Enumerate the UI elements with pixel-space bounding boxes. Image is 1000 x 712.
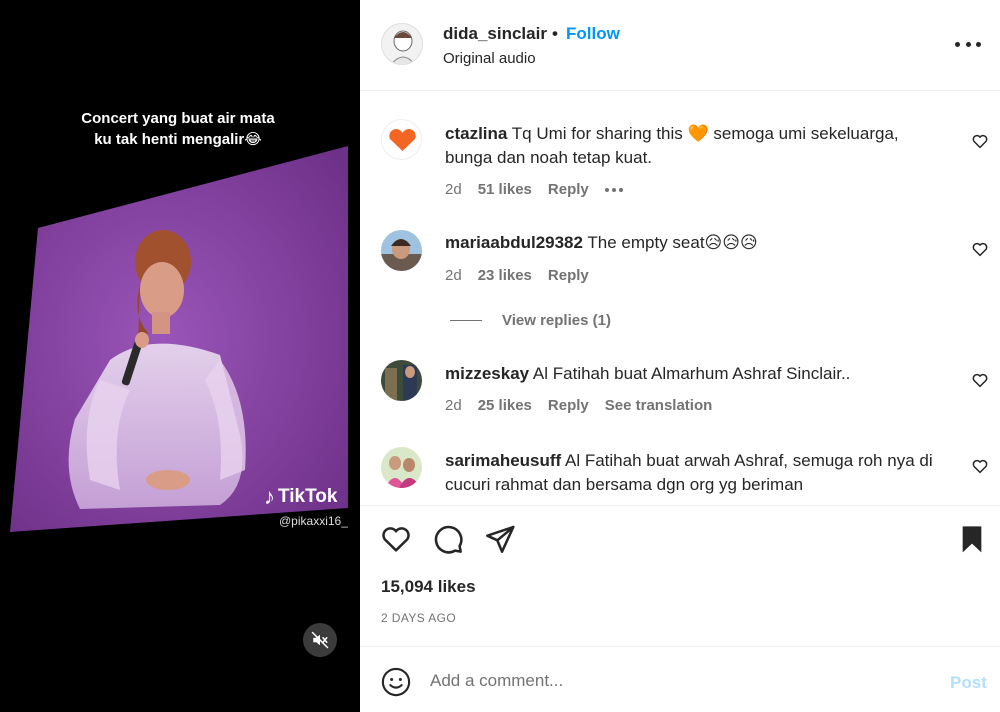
like-heart-icon[interactable] <box>380 523 412 555</box>
comment-username[interactable]: sarimaheusuff <box>445 451 561 470</box>
comment-time: 2d <box>445 267 462 284</box>
orange-heart-emoji: 🧡 <box>687 124 709 143</box>
separator-dot: • <box>552 24 558 43</box>
comment-options-icon[interactable] <box>604 187 623 192</box>
comment-text: mizzeskay Al Fatihah buat Almarhum Ashra… <box>445 362 945 386</box>
add-comment-input[interactable] <box>430 665 930 697</box>
comment-time: 2d <box>445 181 462 198</box>
muted-speaker-icon <box>311 631 329 649</box>
comment-body: The empty seat😥😥😥 <box>587 233 758 252</box>
emoji-smiley-icon[interactable] <box>381 667 411 697</box>
comment-text: sarimaheusuff Al Fatihah buat arwah Ashr… <box>445 449 945 497</box>
comments-list: ctazlina Tq Umi for sharing this 🧡 semog… <box>360 92 1000 504</box>
caption-line: Concert yang buat air mata <box>81 110 275 127</box>
tiktok-watermark: ♪ TikTok <box>264 486 337 508</box>
see-translation-button[interactable]: See translation <box>605 397 713 414</box>
caption-line: ku tak henti mengalir😂 <box>94 131 262 148</box>
view-replies-button[interactable]: View replies (1) <box>450 312 611 329</box>
post-comment-button[interactable]: Post <box>950 673 987 693</box>
comment-likes[interactable]: 51 likes <box>478 181 532 198</box>
author-username[interactable]: dida_sinclair <box>443 24 547 44</box>
original-audio-link[interactable]: Original audio <box>443 50 536 67</box>
tiktok-brand: TikTok <box>278 486 338 507</box>
share-send-icon[interactable] <box>484 523 516 555</box>
comment-body: Tq Umi for sharing this <box>511 124 683 143</box>
comment-likes[interactable]: 25 likes <box>478 397 532 414</box>
commenter-avatar[interactable] <box>381 119 422 160</box>
comment-text: ctazlina Tq Umi for sharing this 🧡 semog… <box>445 122 945 170</box>
comment-likes[interactable]: 23 likes <box>478 267 532 284</box>
post-header: dida_sinclair • Follow Original audio <box>360 0 1000 91</box>
comment-meta: 2d 23 likes Reply <box>445 267 589 284</box>
video-player[interactable]: Concert yang buat air mata ku tak henti … <box>0 0 360 712</box>
comment-time: 2d <box>445 397 462 414</box>
comment-bubble-icon[interactable] <box>432 523 464 555</box>
replies-divider <box>450 320 482 321</box>
comment-meta: 2d 51 likes Reply <box>445 181 623 198</box>
post-date: 2 DAYS AGO <box>381 611 457 625</box>
comment-username[interactable]: ctazlina <box>445 124 507 143</box>
reply-button[interactable]: Reply <box>548 397 589 414</box>
tiktok-handle: @pikaxxi16_ <box>279 514 348 528</box>
author-avatar[interactable] <box>381 23 423 65</box>
save-bookmark-icon[interactable] <box>956 523 988 555</box>
comment-body: Al Fatihah buat Almarhum Ashraf Sinclair… <box>532 364 851 383</box>
commenter-avatar[interactable] <box>381 447 422 488</box>
comment-composer: Post <box>360 646 1000 712</box>
comment-username[interactable]: mariaabdul29382 <box>445 233 583 252</box>
concert-video-frame <box>10 146 348 532</box>
reply-button[interactable]: Reply <box>548 267 589 284</box>
commenter-avatar[interactable] <box>381 360 422 401</box>
post-sidebar: dida_sinclair • Follow Original audio ct… <box>360 0 1000 712</box>
like-comment-heart-icon[interactable] <box>971 371 989 389</box>
comment-text: mariaabdul29382 The empty seat😥😥😥 <box>445 231 945 255</box>
more-options-icon[interactable] <box>955 34 981 54</box>
like-comment-heart-icon[interactable] <box>971 240 989 258</box>
comment-username[interactable]: mizzeskay <box>445 364 529 383</box>
follow-button[interactable]: Follow <box>566 24 620 44</box>
mute-button[interactable] <box>303 623 337 657</box>
like-comment-heart-icon[interactable] <box>971 132 989 150</box>
post-likes-count[interactable]: 15,094 likes <box>381 577 476 597</box>
comment-meta: 2d 25 likes Reply See translation <box>445 397 712 414</box>
tiktok-logo-icon: ♪ <box>264 484 275 509</box>
like-comment-heart-icon[interactable] <box>971 457 989 475</box>
post-actions: 15,094 likes 2 DAYS AGO <box>360 505 1000 645</box>
video-caption: Concert yang buat air mata ku tak henti … <box>60 108 296 150</box>
commenter-avatar[interactable] <box>381 230 422 271</box>
reply-button[interactable]: Reply <box>548 181 589 198</box>
view-replies-label: View replies (1) <box>502 312 611 329</box>
